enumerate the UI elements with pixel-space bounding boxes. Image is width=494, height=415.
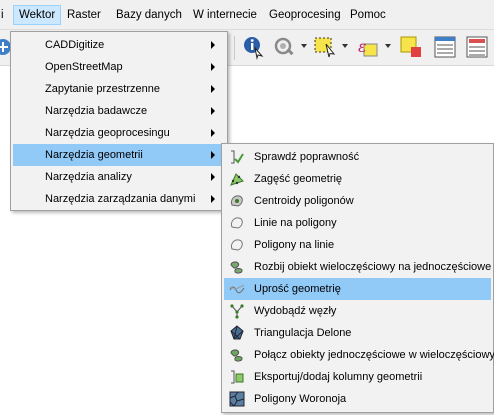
geometry-tools-submenu: Sprawdź poprawność Zagęść geometrię Cent…	[221, 143, 494, 413]
triangulation-icon	[229, 325, 245, 341]
menu-item-simplify-geometry[interactable]: Uprość geometrię	[224, 278, 491, 300]
chevron-down-icon[interactable]	[301, 44, 307, 48]
attribute-table-icon[interactable]	[432, 34, 458, 60]
chevron-down-icon[interactable]	[385, 44, 391, 48]
menu-item-multipart-to-singleparts[interactable]: Rozbij obiekt wieloczęściowy na jednoczę…	[224, 256, 491, 278]
export-geometry-columns-icon	[229, 369, 245, 385]
menu-item-lines-to-polygons[interactable]: Linie na poligony	[224, 212, 491, 234]
menu-item-geometry-tools[interactable]: Narzędzia geometrii	[13, 144, 225, 166]
menu-item-export-geometry-columns[interactable]: Eksportuj/dodaj kolumny geometrii	[224, 366, 491, 388]
chevron-right-icon	[211, 195, 215, 203]
menu-item-check-validity[interactable]: Sprawdź poprawność	[224, 146, 491, 168]
densify-icon	[229, 171, 245, 187]
menu-item-singleparts-to-multipart[interactable]: Połącz obiekty jednoczęściowe w wieloczę…	[224, 344, 494, 366]
vector-menu: CADDigitize OpenStreetMap Zapytanie prze…	[10, 31, 228, 211]
voronoi-icon	[229, 391, 245, 407]
menu-item-spatial-query[interactable]: Zapytanie przestrzenne	[13, 78, 225, 100]
menu-item-voronoi-polygons[interactable]: Poligony Woronoja	[224, 388, 491, 410]
menu-item-analysis-tools[interactable]: Narzędzia analizy	[13, 166, 225, 188]
menu-geoprocesing[interactable]: Geoprocesing	[264, 6, 346, 24]
menu-item-research-tools[interactable]: Narzędzia badawcze	[13, 100, 225, 122]
centroid-icon	[229, 193, 245, 209]
chevron-right-icon	[211, 129, 215, 137]
chevron-right-icon	[211, 107, 215, 115]
menu-item-extract-nodes[interactable]: Wydobądź węzły	[224, 300, 491, 322]
menu-item-delaunay-triangulation[interactable]: Triangulacja Delone	[224, 322, 491, 344]
menu-item-polygons-to-lines[interactable]: Poligony na linie	[224, 234, 491, 256]
extract-nodes-icon	[229, 303, 245, 319]
singlepart-to-multipart-icon	[229, 347, 245, 363]
simplify-icon	[229, 281, 245, 297]
chevron-right-icon	[211, 63, 215, 71]
menu-w-internecie[interactable]: W internecie	[188, 6, 262, 24]
chevron-right-icon	[211, 41, 215, 49]
chevron-right-icon	[211, 151, 215, 159]
statistics-icon[interactable]	[464, 34, 490, 60]
chevron-right-icon	[211, 173, 215, 181]
chevron-down-icon[interactable]	[342, 44, 348, 48]
menu-bar: i Wektor Raster Bazy danych W internecie…	[0, 0, 494, 30]
select-feature-icon[interactable]	[312, 34, 338, 60]
menu-item-densify-geometry[interactable]: Zagęść geometrię	[224, 168, 491, 190]
menu-bazy-danych[interactable]: Bazy danych	[111, 6, 187, 24]
menu-wektor[interactable]: Wektor	[13, 5, 62, 25]
menu-pomoc[interactable]: Pomoc	[345, 6, 391, 24]
menu-raster[interactable]: Raster	[62, 6, 106, 24]
lines-to-polygons-icon	[229, 215, 245, 231]
menu-item-caddigitize[interactable]: CADDigitize	[13, 34, 225, 56]
menu-previous-item[interactable]: i	[0, 6, 9, 24]
chevron-right-icon	[211, 85, 215, 93]
multipart-to-singlepart-icon	[229, 259, 245, 275]
menu-item-polygon-centroids[interactable]: Centroidy poligonów	[224, 190, 491, 212]
expression-select-icon[interactable]: ε	[354, 34, 380, 60]
polygons-to-lines-icon	[229, 237, 245, 253]
deselect-icon[interactable]	[398, 34, 424, 60]
menu-item-openstreetmap[interactable]: OpenStreetMap	[13, 56, 225, 78]
toolbar-separator	[234, 36, 235, 60]
menu-item-data-management-tools[interactable]: Narzędzia zarządzania danymi	[13, 188, 225, 210]
identify-icon[interactable]	[240, 34, 266, 60]
check-validity-icon	[229, 149, 245, 165]
pan-to-selection-icon[interactable]	[271, 34, 297, 60]
svg-text:ε: ε	[358, 37, 367, 56]
menu-item-geoprocessing-tools[interactable]: Narzędzia geoprocesingu	[13, 122, 225, 144]
